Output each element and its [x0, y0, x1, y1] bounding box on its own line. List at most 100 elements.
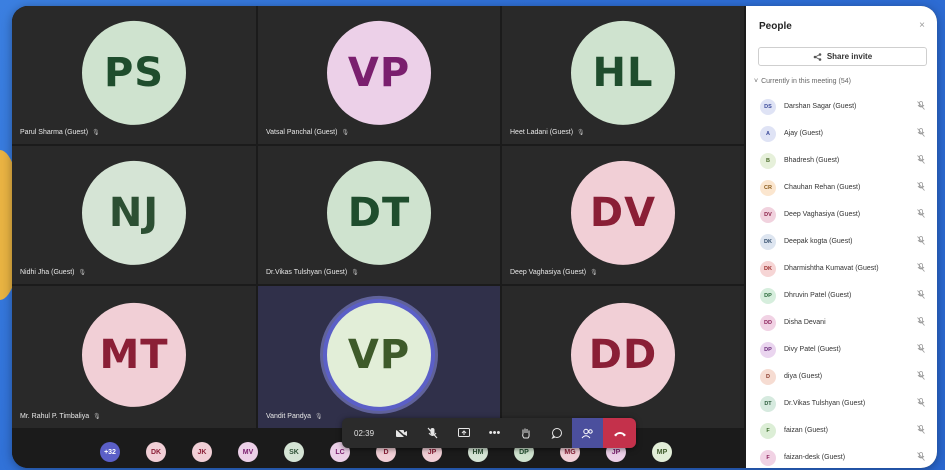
participant-list-item[interactable]: DV Deep Vaghasiya (Guest) [746, 201, 937, 228]
mic-off-icon: 🎙 [577, 130, 585, 136]
close-icon[interactable]: × [919, 20, 925, 31]
participant-list-item[interactable]: DK Dharmishtha Kumavat (Guest) [746, 255, 937, 282]
participant-chip[interactable]: MP [652, 442, 672, 462]
participant-avatar: PS [82, 20, 186, 125]
participant-list-item[interactable]: Ffaizan (Guest) [746, 417, 937, 444]
participant-name: Disha Devani [784, 319, 826, 326]
mic-off-icon [917, 371, 925, 382]
participant-tile[interactable]: DV Deep Vaghasiya (Guest) 🎙 [502, 146, 746, 286]
chat-button[interactable] [541, 418, 572, 448]
participant-list-item[interactable]: A Ajay (Guest) [746, 120, 937, 147]
participant-name: Nidhi Jha (Guest) [20, 269, 75, 276]
mic-off-icon [917, 209, 925, 220]
share-screen-button[interactable] [448, 418, 479, 448]
participant-avatar: DT [327, 160, 431, 265]
avatar: DD [760, 314, 776, 331]
mic-off-icon: 🎙 [351, 270, 359, 276]
participant-name: Divy Patel (Guest) [784, 346, 841, 353]
participant-name: Chauhan Rehan (Guest) [784, 184, 861, 191]
section-toggle[interactable]: ˅ Currently in this meeting (54) [754, 78, 851, 85]
more-options-button[interactable]: ••• [479, 418, 510, 448]
participant-tile[interactable]: DT Dr.Vikas Tulshyan (Guest) 🎙 [258, 146, 502, 286]
participant-chip[interactable]: DK [146, 442, 166, 462]
mic-off-icon [917, 128, 925, 139]
mic-off-icon [917, 182, 925, 193]
share-invite-button[interactable]: Share invite [758, 47, 927, 66]
participant-list-item[interactable]: DK Deepak kogta (Guest) [746, 228, 937, 255]
participant-chip[interactable]: MV [238, 442, 258, 462]
participant-avatar: MT [82, 302, 186, 407]
people-icon [581, 428, 593, 438]
participant-chip[interactable]: SK [284, 442, 304, 462]
video-stage: PS Parul Sharma (Guest) 🎙 VP Vatsal Panchal … [12, 6, 746, 468]
teams-meeting-window: PS Parul Sharma (Guest) 🎙 VP Vatsal Panchal … [12, 6, 937, 468]
mic-off-icon [917, 263, 925, 274]
participant-name: Bhadresh (Guest) [784, 157, 840, 164]
mic-off-icon [917, 155, 925, 166]
participant-tile[interactable]: DD [502, 286, 746, 430]
participant-name: Dharmishtha Kumavat (Guest) [784, 265, 879, 272]
avatar: DS [760, 98, 776, 115]
leave-call-button[interactable] [603, 418, 637, 448]
participant-list-item[interactable]: DP Dhruvin Patel (Guest) [746, 282, 937, 309]
participant-tile[interactable]: NJ Nidhi Jha (Guest) 🎙 [12, 146, 258, 286]
participant-tile[interactable]: VP Vandit Pandya 🎙 [258, 286, 502, 430]
avatar: F [760, 422, 776, 439]
participant-list-item[interactable]: DS Darshan Sagar (Guest) [746, 93, 937, 120]
participant-name: Darshan Sagar (Guest) [784, 103, 857, 110]
participant-tile[interactable]: VP Vatsal Panchal (Guest) 🎙 [258, 6, 502, 146]
avatar: DP [760, 341, 776, 358]
participant-name: Heet Ladani (Guest) [510, 129, 574, 136]
participant-name: diya (Guest) [784, 373, 823, 380]
participant-tile[interactable]: HL Heet Ladani (Guest) 🎙 [502, 6, 746, 146]
share-invite-label: Share invite [826, 52, 873, 61]
mic-off-icon [917, 425, 925, 436]
participant-chip[interactable]: JK [192, 442, 212, 462]
avatar: F [760, 449, 776, 466]
people-button[interactable] [572, 418, 604, 448]
participant-name: Parul Sharma (Guest) [20, 129, 89, 136]
mic-off-icon [917, 290, 925, 301]
mic-off-icon: 🎙 [341, 130, 350, 136]
participant-tile[interactable]: MT Mr. Rahul P. Timbaliya 🎙 [12, 286, 258, 430]
mic-off-icon [917, 344, 925, 355]
participant-name-label: Vandit Pandya 🎙 [266, 413, 323, 420]
participant-list-item[interactable]: Ddiya (Guest) [746, 363, 937, 390]
participant-name-label: Dr.Vikas Tulshyan (Guest) 🎙 [266, 269, 359, 276]
mic-off-icon: 🎙 [93, 414, 101, 420]
participant-list-item[interactable]: B Bhadresh (Guest) [746, 147, 937, 174]
participant-grid: PS Parul Sharma (Guest) 🎙 VP Vatsal Panchal … [12, 6, 746, 430]
participant-list-item[interactable]: DP Divy Patel (Guest) [746, 336, 937, 363]
avatar: DK [760, 260, 776, 277]
participant-list-item[interactable]: DT Dr.Vikas Tulshyan (Guest) [746, 390, 937, 417]
panel-title: People [759, 21, 792, 32]
avatar: D [760, 368, 776, 385]
raise-hand-button[interactable] [510, 418, 541, 448]
participant-name-label: Vatsal Panchal (Guest) 🎙 [266, 129, 349, 136]
more-participants-chip[interactable]: +32 [100, 442, 120, 462]
camera-toggle-button[interactable] [386, 418, 417, 448]
mic-toggle-button[interactable] [417, 418, 448, 448]
participant-name: Dhruvin Patel (Guest) [784, 292, 852, 299]
avatar: DT [760, 395, 776, 412]
mic-off-icon [917, 317, 925, 328]
share-screen-icon [457, 428, 470, 437]
participant-name-label: Nidhi Jha (Guest) 🎙 [20, 269, 86, 276]
participant-avatar: VP [327, 302, 431, 407]
participant-name: Mr. Rahul P. Timbaliya [20, 413, 90, 420]
participant-name: Vandit Pandya [266, 413, 312, 420]
participant-name: Deep Vaghasiya (Guest) [510, 269, 587, 276]
mic-off-icon [917, 101, 925, 112]
section-label: Currently in this meeting (54) [761, 78, 851, 85]
mic-off-icon: 🎙 [315, 414, 323, 420]
participant-name: Deepak kogta (Guest) [784, 238, 853, 245]
participant-list-item[interactable]: DD Disha Devani [746, 309, 937, 336]
mic-off-icon [427, 427, 438, 439]
participant-list-item[interactable]: Ffaizan-desk (Guest) [746, 444, 937, 468]
participant-tile[interactable]: PS Parul Sharma (Guest) 🎙 [12, 6, 258, 146]
participant-avatar: HL [571, 20, 675, 125]
participant-avatar: DD [571, 302, 675, 407]
avatar: B [760, 152, 776, 169]
participant-list-item[interactable]: CR Chauhan Rehan (Guest) [746, 174, 937, 201]
mic-off-icon [917, 398, 925, 409]
